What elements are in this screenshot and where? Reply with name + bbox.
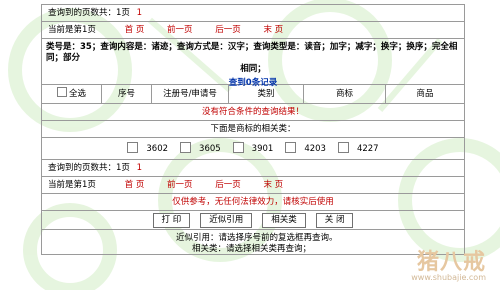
page-number-link[interactable]: 1	[137, 8, 142, 18]
related-class-code: 4227	[356, 143, 379, 154]
watermark-logo: 猪八戒 www.shubajie.com	[411, 244, 486, 282]
pager-nav-row: 当前是第1页 首 页 前一页 后一页 末 页	[42, 22, 464, 39]
disclaimer-text: 仅供参考，无任何法律效力，请核实后使用	[42, 194, 464, 211]
close-button[interactable]: 关 闭	[315, 212, 354, 228]
page-total-row-bottom: 查询到的页数共：1页 1	[42, 160, 464, 177]
query-summary-line2: 相同；	[240, 64, 266, 74]
query-summary: 类号是：35；查询内容是：诸迹；查询方式是：汉字；查询类型是：读音；加字；减字；…	[42, 39, 464, 88]
column-header-reg-number: 注册号/申请号	[152, 84, 229, 104]
trademark-search-result-panel: 查询到的页数共：1页 1 当前是第1页 首 页 前一页 后一页 末 页 类号是：…	[41, 4, 465, 255]
related-class-option[interactable]: 3602	[127, 142, 169, 154]
help-related-class: 相关类：请选择相关类再查询；	[192, 244, 312, 254]
column-header-trademark: 商标	[304, 84, 386, 104]
related-class-list: 3602 3605 3901 4203 4227	[42, 138, 464, 160]
page-total-text: 查询到的页数共：1页	[48, 8, 130, 18]
select-all-checkbox[interactable]	[56, 87, 67, 97]
column-header-goods: 商品	[416, 88, 434, 99]
related-class-checkbox[interactable]	[180, 142, 192, 153]
prev-page-link[interactable]: 前一页	[167, 177, 193, 194]
no-result-message: 没有符合条件的查询结果！	[42, 104, 464, 121]
related-class-checkbox[interactable]	[232, 142, 244, 153]
page-number-link[interactable]: 1	[137, 163, 142, 173]
related-class-option[interactable]: 3605	[180, 142, 221, 154]
query-summary-line1: 类号是：35；查询内容是：诸迹；查询方式是：汉字；查询类型是：读音；加字；减字；…	[46, 42, 458, 63]
first-page-link[interactable]: 首 页	[125, 22, 145, 39]
watermark-url: www.shubajie.com	[411, 273, 486, 282]
related-class-code: 3901	[251, 143, 274, 154]
watermark-logo-text: 猪八戒	[416, 249, 486, 275]
help-notes: 近似引用：请选择序号前的复选框再查询。 相关类：请选择相关类再查询；	[42, 230, 464, 254]
related-class-checkbox[interactable]	[285, 142, 297, 153]
prev-page-link[interactable]: 前一页	[167, 22, 193, 39]
first-page-link[interactable]: 首 页	[125, 177, 145, 194]
column-header-class: 类别	[229, 84, 304, 104]
select-all-label: 全选	[68, 88, 86, 99]
related-class-checkbox[interactable]	[127, 142, 139, 153]
page-total-row: 查询到的页数共：1页 1	[42, 5, 464, 22]
select-all-cell[interactable]: 全选	[42, 84, 102, 104]
related-class-checkbox[interactable]	[337, 142, 349, 153]
related-class-title: 下面是商标的相关类：	[42, 121, 464, 138]
similar-cite-button[interactable]: 近似引用	[200, 212, 253, 228]
last-page-link[interactable]: 末 页	[263, 177, 283, 194]
last-page-link[interactable]: 末 页	[263, 22, 283, 39]
column-header-serial: 序号	[102, 84, 152, 104]
next-page-link[interactable]: 后一页	[215, 177, 241, 194]
current-page-text: 当前是第1页	[48, 25, 96, 35]
related-class-code: 4203	[304, 143, 326, 154]
print-button[interactable]: 打 印	[152, 212, 191, 228]
pager-nav-row-bottom: 当前是第1页 首 页 前一页 后一页 末 页	[42, 177, 464, 194]
related-class-button[interactable]: 相关类	[262, 212, 306, 228]
related-class-option[interactable]: 4203	[285, 142, 326, 154]
related-class-code: 3602	[146, 143, 169, 154]
page-total-text: 查询到的页数共：1页	[48, 163, 130, 173]
help-similar-cite: 近似引用：请选择序号前的复选框再查询。	[176, 233, 338, 243]
related-class-option[interactable]: 3901	[232, 142, 274, 154]
related-class-code: 3605	[199, 143, 221, 154]
action-button-bar: 打 印 近似引用 相关类 关 闭	[42, 211, 464, 230]
result-table-header: 全选 序号 注册号/申请号 类别 商标 商品	[42, 84, 464, 104]
next-page-link[interactable]: 后一页	[215, 22, 241, 39]
related-class-option[interactable]: 4227	[337, 142, 379, 154]
current-page-text: 当前是第1页	[48, 180, 96, 190]
